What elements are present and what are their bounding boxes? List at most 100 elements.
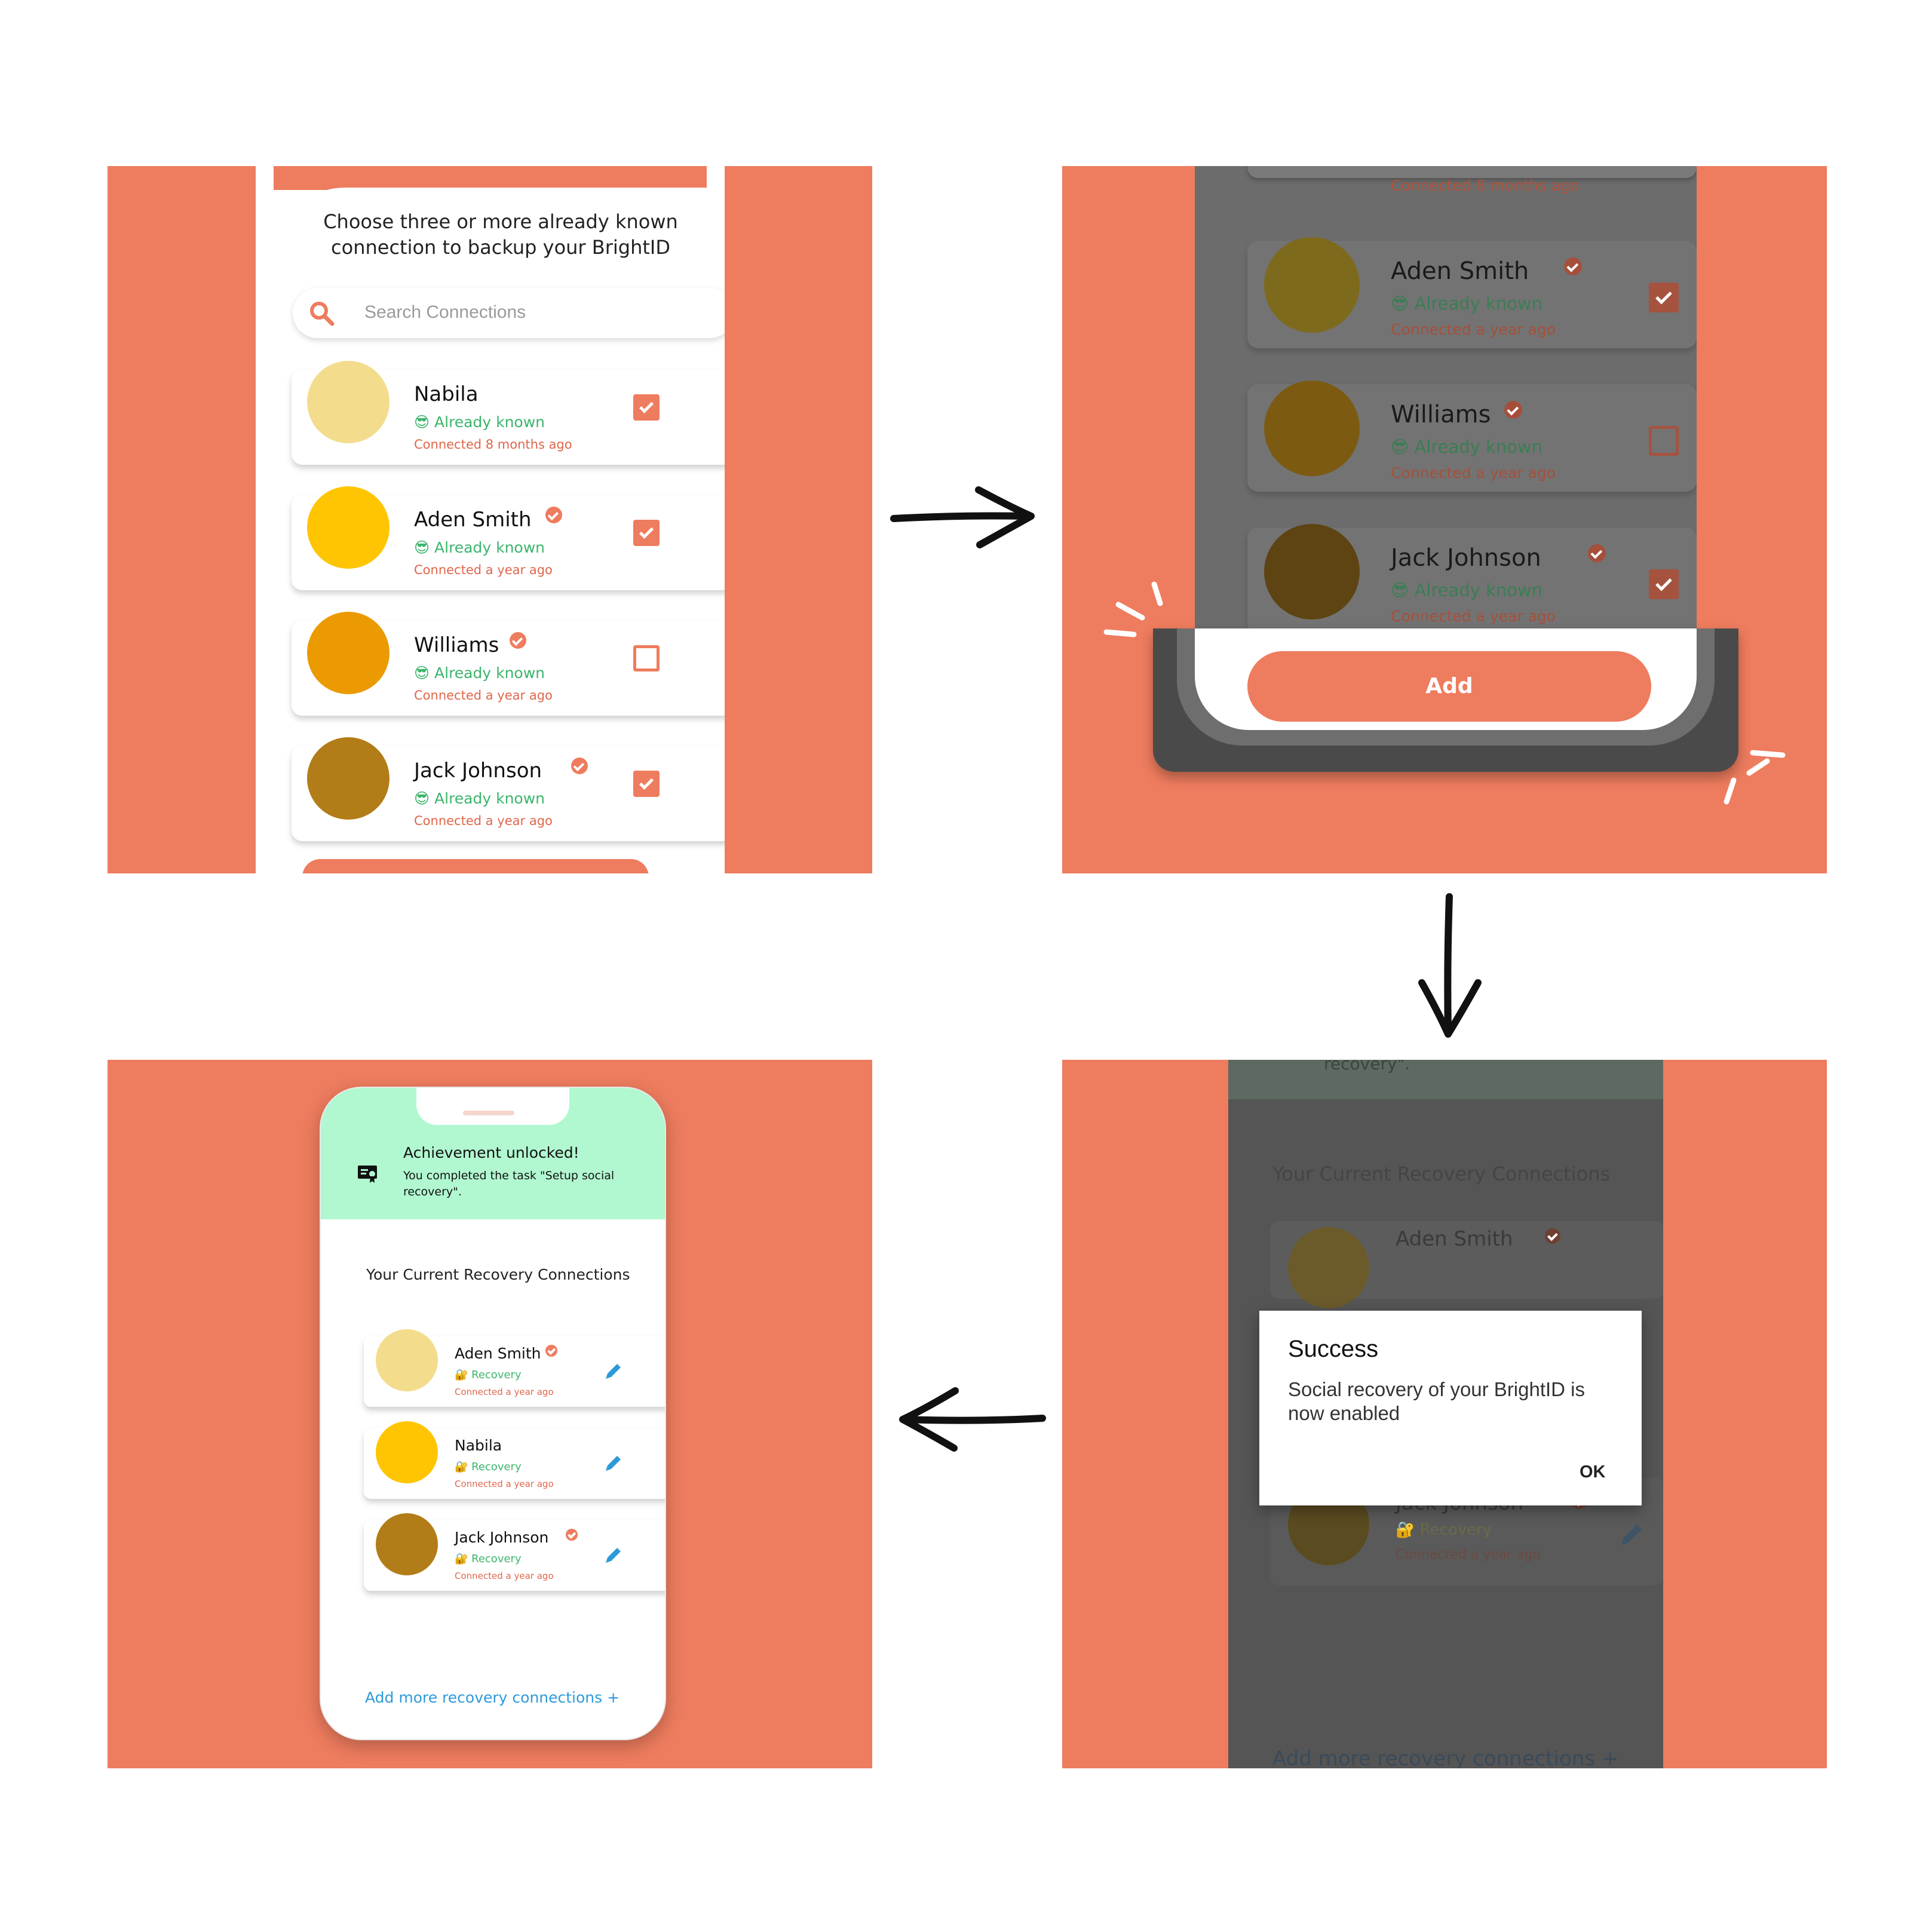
connection-card[interactable]: Williams 😎 Already known Connected a yea… <box>292 612 725 716</box>
search-bar[interactable]: Search Connections <box>293 288 725 338</box>
connection-card[interactable]: Nabila 😎 Already known Connected 8 month… <box>292 361 725 465</box>
phone-screen: Choose three or more already known conne… <box>256 166 725 873</box>
verified-badge-icon <box>1545 1228 1560 1244</box>
avatar <box>1288 1227 1369 1308</box>
connection-date: Connected a year ago <box>414 563 553 577</box>
sparkle-icon <box>1103 581 1163 637</box>
search-icon <box>310 302 335 326</box>
page-title: Choose three or more already known conne… <box>323 210 678 259</box>
connection-status: 🔐 Recovery <box>455 1553 522 1565</box>
select-checkbox <box>1649 426 1679 456</box>
section-title: Your Current Recovery Connections <box>1272 1163 1611 1185</box>
connection-status: 😎 Already known <box>1391 437 1543 457</box>
ok-button[interactable]: OK <box>1574 1460 1612 1485</box>
dimmed-banner: recovery". <box>1228 1060 1663 1099</box>
select-checkbox[interactable] <box>633 394 660 421</box>
connection-date: Connected a year ago <box>1391 608 1556 625</box>
recovery-connection-card[interactable]: Nabila 🔐 Recovery Connected a year ago <box>364 1421 665 1499</box>
connection-name: Jack Johnson <box>414 759 542 783</box>
connection-card: Connected 8 months ago <box>1247 166 1697 194</box>
connection-card[interactable]: Jack Johnson 😎 Already known Connected a… <box>292 737 725 841</box>
panel-select-connections: Choose three or more already known conne… <box>108 166 872 873</box>
panel-success-dialog: recovery". Your Current Recovery Connect… <box>1062 1060 1827 1768</box>
recovery-connection-card[interactable]: Aden Smith 🔐 Recovery Connected a year a… <box>364 1329 665 1407</box>
add-button[interactable]: Add <box>1247 651 1651 722</box>
select-checkbox[interactable] <box>633 771 660 797</box>
connection-date: Connected a year ago <box>414 688 553 703</box>
verified-badge-icon <box>1504 401 1522 419</box>
arrow-right-icon <box>890 478 1039 556</box>
avatar <box>307 737 390 820</box>
connection-name: Jack Johnson <box>1391 544 1541 572</box>
arrow-left-icon <box>893 1380 1048 1458</box>
connection-status: 😎 Already known <box>414 539 545 556</box>
avatar <box>376 1329 438 1391</box>
connection-date: Connected a year ago <box>455 1571 554 1581</box>
sparkle-icon <box>1724 750 1786 805</box>
connection-status: 😎 Already known <box>414 790 545 807</box>
select-checkbox[interactable] <box>633 520 660 546</box>
select-checkbox <box>1649 569 1679 599</box>
search-input[interactable]: Search Connections <box>364 302 526 323</box>
connection-status: 😎 Already known <box>414 413 545 431</box>
connection-date: Connected a year ago <box>1391 321 1556 338</box>
dimmed-list: Connected 8 months ago Aden Smith 😎 Alre… <box>1195 166 1697 632</box>
connection-date: Connected a year ago <box>455 1479 554 1489</box>
connection-name: Aden Smith <box>414 508 532 532</box>
select-checkbox[interactable] <box>633 645 660 671</box>
connection-name: Nabila <box>414 382 479 406</box>
avatar <box>307 361 390 443</box>
connection-name: Williams <box>414 633 499 657</box>
avatar <box>376 1513 438 1575</box>
connection-status: 😎 Already known <box>414 664 545 682</box>
verified-badge-icon <box>1564 257 1582 275</box>
phone-frame: Achievement unlocked! You completed the … <box>320 1087 666 1740</box>
connection-name: Aden Smith <box>1391 257 1529 285</box>
verified-badge-icon <box>571 758 588 774</box>
verified-badge-icon <box>566 1529 578 1541</box>
dialog-title: Success <box>1288 1336 1379 1362</box>
connection-card[interactable]: Aden Smith 😎 Already known Connected a y… <box>292 486 725 590</box>
select-checkbox <box>1649 283 1679 312</box>
success-dialog: Success Social recovery of your BrightID… <box>1259 1311 1642 1505</box>
arrow-down-icon <box>1410 893 1488 1042</box>
panel-recovery-connections: Achievement unlocked! You completed the … <box>108 1060 872 1768</box>
banner-title: Achievement unlocked! <box>403 1144 579 1161</box>
connection-card: Aden Smith <box>1270 1221 1663 1308</box>
connection-status: 🔐 Recovery <box>455 1369 522 1381</box>
connection-status: 🔐 Recovery <box>1396 1521 1492 1539</box>
connection-name: Aden Smith <box>1396 1227 1513 1251</box>
connection-status: 😎 Already known <box>1391 293 1543 314</box>
add-more-recovery-link[interactable]: Add more recovery connections + <box>365 1689 620 1706</box>
banner-message: You completed the task "Setup social rec… <box>403 1169 615 1198</box>
pencil-icon[interactable] <box>603 1360 624 1382</box>
avatar <box>1264 381 1360 476</box>
section-title: Your Current Recovery Connections <box>366 1266 630 1283</box>
speaker <box>463 1111 514 1115</box>
connection-date: Connected a year ago <box>455 1387 554 1397</box>
connection-status: 🔐 Recovery <box>455 1461 522 1473</box>
pencil-icon[interactable] <box>603 1452 624 1474</box>
connection-name: Williams <box>1391 401 1491 428</box>
avatar <box>307 486 390 569</box>
connection-date: Connected 8 months ago <box>1391 177 1580 194</box>
connection-card: Jack Johnson 😎 Already known Connected a… <box>1247 524 1697 632</box>
avatar <box>307 612 390 694</box>
pencil-icon[interactable] <box>603 1544 624 1566</box>
recovery-connection-card[interactable]: Jack Johnson 🔐 Recovery Connected a year… <box>364 1513 665 1591</box>
verified-badge-icon <box>510 632 526 649</box>
certificate-icon <box>358 1166 377 1183</box>
connection-date: Connected a year ago <box>1396 1547 1541 1562</box>
connection-name: Aden Smith <box>455 1345 541 1362</box>
verified-badge-icon <box>545 507 562 523</box>
avatar <box>1264 237 1360 333</box>
connection-date: Connected a year ago <box>1391 464 1556 482</box>
add-button-edge[interactable] <box>302 859 649 873</box>
panel-add-confirm: Connected 8 months ago Aden Smith 😎 Alre… <box>1062 166 1827 873</box>
dialog-message: Social recovery of your BrightID is now … <box>1288 1378 1586 1424</box>
avatar <box>1264 524 1360 620</box>
connection-name: Jack Johnson <box>455 1529 549 1546</box>
verified-badge-icon <box>1588 544 1606 562</box>
add-more-link: Add more recovery connections + <box>1272 1747 1619 1768</box>
verified-badge-icon <box>545 1345 557 1357</box>
